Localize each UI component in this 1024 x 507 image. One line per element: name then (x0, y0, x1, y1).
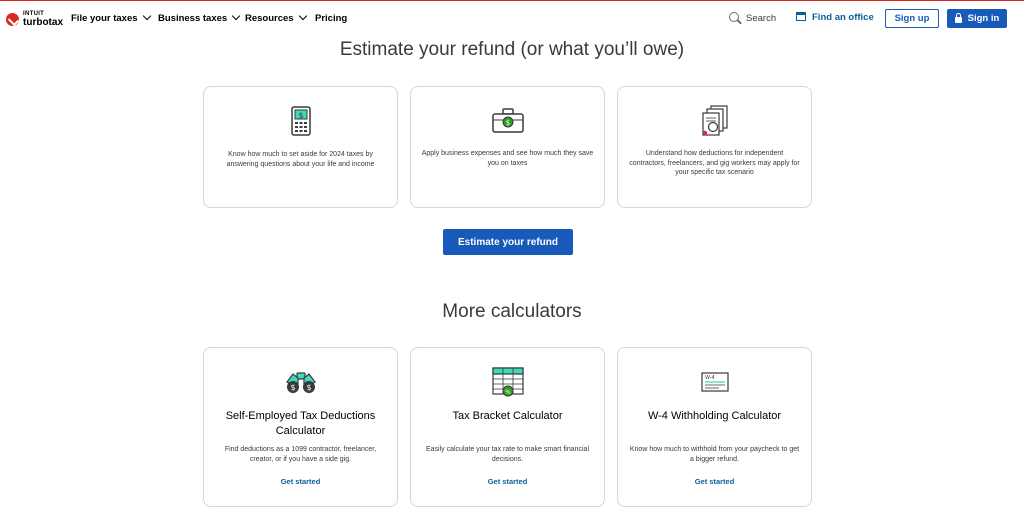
nav-business-taxes[interactable]: Business taxes (158, 11, 241, 24)
find-office-link[interactable]: Find an office (796, 11, 874, 23)
estimate-refund-button[interactable]: Estimate your refund (443, 229, 573, 255)
w4-form-icon: W-4 (700, 372, 729, 392)
top-navigation: INTUIT turbotax File your taxes Business… (0, 1, 1024, 37)
search-icon (729, 12, 739, 22)
briefcase-icon: $ (491, 108, 524, 133)
svg-text:%: % (505, 389, 511, 396)
estimate-card-business-expenses[interactable]: $ Apply business expenses and see how mu… (410, 86, 605, 208)
svg-text:$: $ (505, 119, 509, 127)
calculator-icon: $ (290, 106, 311, 136)
calculator-card-self-employed[interactable]: $ $ Self-Employed Tax Deductions Calcula… (203, 347, 398, 507)
nav-resources[interactable]: Resources (245, 11, 307, 24)
more-calculators-heading: More calculators (442, 301, 582, 322)
nav-label: File your taxes (71, 13, 138, 24)
svg-text:$: $ (306, 383, 311, 392)
estimate-heading: Estimate your refund (or what you’ll owe… (339, 39, 685, 60)
storefront-icon (796, 12, 806, 21)
binoculars-icon: $ $ (285, 372, 316, 393)
svg-text:W-4: W-4 (705, 375, 715, 381)
calculator-card-tax-bracket[interactable]: % Tax Bracket Calculator Easily calculat… (410, 347, 605, 507)
calculator-card-w4-withholding[interactable]: W-4 W-4 Withholding Calculator Know how … (617, 347, 812, 507)
documents-icon (701, 105, 728, 136)
nav-file-your-taxes[interactable]: File your taxes (71, 11, 151, 24)
svg-text:$: $ (290, 383, 295, 392)
card-title: Tax Bracket Calculator (452, 410, 563, 422)
sign-in-label: Sign in (967, 13, 1000, 24)
card-description: Find deductions as a 1099 contractor, fr… (224, 446, 377, 463)
estimate-refund-label: Estimate your refund (457, 236, 559, 248)
turbotax-logo[interactable]: INTUIT turbotax (6, 10, 63, 30)
sign-up-label: Sign up (894, 13, 930, 24)
estimate-card-life-income[interactable]: $ Know how much to set aside for 2024 ta… (203, 86, 398, 208)
card-description: Apply business expenses and see how much… (421, 150, 594, 167)
chevron-down-icon (231, 11, 241, 21)
card-description: Easily calculate your tax rate to make s… (425, 446, 589, 463)
estimate-card-deductions[interactable]: Understand how deductions for independen… (617, 86, 812, 208)
get-started-link[interactable]: Get started (411, 477, 604, 486)
card-description: Understand how deductions for independen… (629, 150, 800, 176)
card-title: W-4 Withholding Calculator (647, 410, 782, 422)
checkmark-logo-icon (6, 13, 19, 26)
nav-label: Resources (245, 13, 294, 24)
tax-table-icon: % (491, 367, 524, 397)
card-description: Know how much to withhold from your payc… (629, 446, 800, 463)
find-office-label: Find an office (812, 12, 874, 23)
card-title: Self-Employed Tax Deductions Calculator (225, 410, 376, 437)
search-link[interactable]: Search (729, 11, 776, 24)
nav-label: Business taxes (158, 13, 228, 24)
svg-text:$: $ (298, 111, 303, 120)
nav-label: Pricing (315, 13, 348, 24)
get-started-link[interactable]: Get started (618, 477, 811, 486)
get-started-link[interactable]: Get started (204, 477, 397, 486)
card-description: Know how much to set aside for 2024 taxe… (226, 151, 375, 168)
chevron-down-icon (142, 11, 151, 21)
nav-pricing[interactable]: Pricing (315, 13, 347, 24)
sign-in-button[interactable]: Sign in (947, 9, 1007, 28)
logo-line-2: turbotax (23, 17, 63, 28)
sign-up-button[interactable]: Sign up (885, 9, 939, 28)
lock-icon (954, 12, 962, 23)
search-label: Search (746, 13, 777, 24)
chevron-down-icon (298, 11, 307, 21)
